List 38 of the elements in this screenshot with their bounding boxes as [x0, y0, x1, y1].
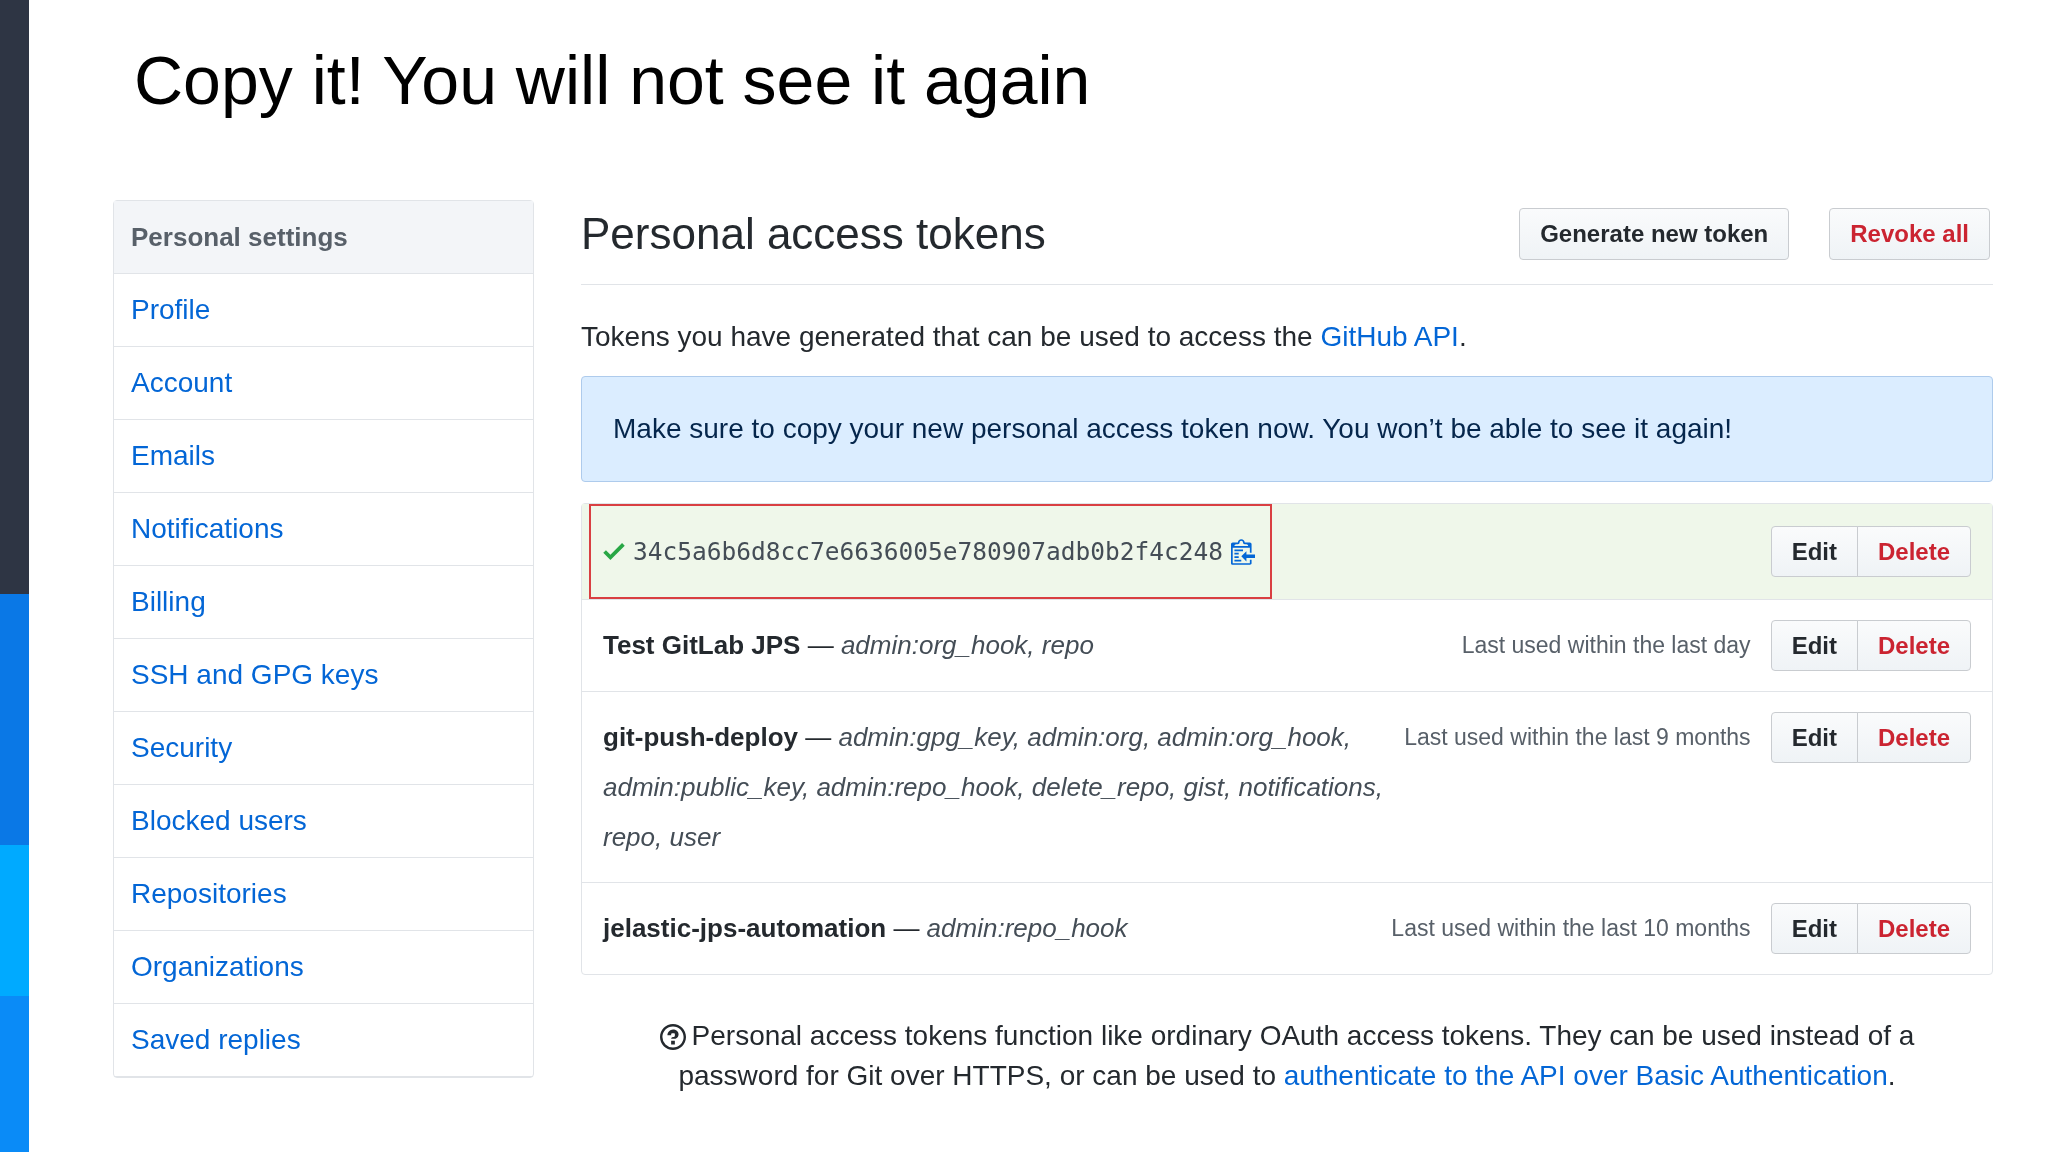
sidebar-item[interactable]: Repositories: [114, 858, 533, 931]
sidebar-item[interactable]: Security: [114, 712, 533, 785]
slide-title: Copy it! You will not see it again: [134, 41, 1091, 120]
sidebar-item[interactable]: Account: [114, 347, 533, 420]
sidebar-item[interactable]: Profile: [114, 274, 533, 347]
sidebar-item[interactable]: Saved replies: [114, 1004, 533, 1077]
edit-button[interactable]: Edit: [1770, 526, 1858, 577]
edit-button[interactable]: Edit: [1770, 620, 1858, 671]
token-description: git-push-deploy — admin:gpg_key, admin:org, admin:org_hook, admin:public_key, admin:repo_hook, delete_repo, gist, notifications, repo, user: [603, 721, 1384, 854]
token-description: Test GitLab JPS — admin:org_hook, repo: [603, 629, 1094, 662]
last-used-text: Last used within the last day: [1461, 631, 1751, 660]
sidebar-item[interactable]: SSH and GPG keys: [114, 639, 533, 712]
delete-button[interactable]: Delete: [1856, 712, 1971, 763]
flash-message: Make sure to copy your new personal access token now. You won’t be able to see it again!: [581, 376, 1993, 482]
edit-button[interactable]: Edit: [1770, 712, 1858, 763]
last-used-text: Last used within the last 10 months: [1391, 914, 1751, 943]
token-description: jelastic-jps-automation — admin:repo_hook: [603, 912, 1128, 945]
delete-button[interactable]: Delete: [1856, 620, 1971, 671]
sidebar-item[interactable]: Blocked users: [114, 785, 533, 858]
api-link[interactable]: GitHub API: [1320, 321, 1459, 352]
basic-auth-link[interactable]: authenticate to the API over Basic Authentication: [1283, 1060, 1888, 1091]
last-used-text: Last used within the last 9 months: [1404, 723, 1751, 752]
help-icon: [659, 1024, 686, 1050]
sidebar-item[interactable]: Organizations: [114, 931, 533, 1004]
page-heading: Personal access tokens: [581, 208, 1046, 260]
delete-button[interactable]: Delete: [1856, 903, 1971, 954]
generate-button[interactable]: Generate new token: [1519, 208, 1790, 260]
sidebar-item[interactable]: Billing: [114, 566, 533, 639]
description-text: Tokens you have generated that can be used to access the GitHub API.: [581, 320, 1467, 354]
copy-icon[interactable]: [1231, 538, 1255, 565]
edit-button[interactable]: Edit: [1770, 903, 1858, 954]
delete-button[interactable]: Delete: [1856, 526, 1971, 577]
sidebar-heading: Personal settings: [114, 201, 533, 274]
sidebar-item[interactable]: Emails: [114, 420, 533, 493]
token-value: 34c5a6b6d8cc7e6636005e780907adb0b2f4c248: [633, 535, 1223, 568]
sidebar-item[interactable]: Notifications: [114, 493, 533, 566]
check-icon: [603, 543, 625, 560]
revoke-button[interactable]: Revoke all: [1829, 208, 1990, 260]
